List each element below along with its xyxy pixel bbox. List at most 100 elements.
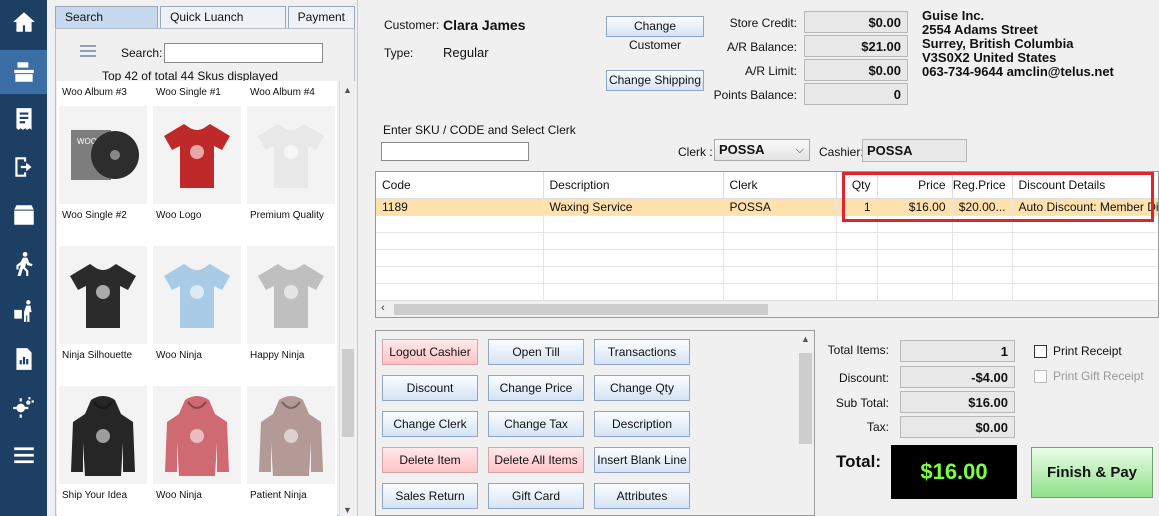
change-price-button[interactable]: Change Price xyxy=(488,375,584,401)
empty-cell xyxy=(952,266,1013,284)
settings-icon[interactable] xyxy=(0,386,47,430)
tab-search-products[interactable]: Search Products xyxy=(55,6,159,45)
empty-cell xyxy=(723,249,837,267)
tile-label[interactable]: Happy Ninja xyxy=(250,350,304,361)
print-gift-receipt-checkbox xyxy=(1034,370,1047,383)
empty-cell xyxy=(376,266,544,284)
empty-cell xyxy=(1012,249,1158,267)
column-header-description[interactable]: Description xyxy=(543,172,724,199)
register-icon[interactable] xyxy=(0,50,47,94)
empty-cell xyxy=(952,232,1013,250)
change-tax-button[interactable]: Change Tax xyxy=(488,411,584,437)
description-button[interactable]: Description xyxy=(594,411,690,437)
column-header-code[interactable]: Code xyxy=(376,172,544,199)
discount-button[interactable]: Discount xyxy=(382,375,478,401)
tile-label[interactable]: Woo Album #4 xyxy=(250,87,315,98)
menu-icon[interactable] xyxy=(0,433,47,477)
tile-label[interactable]: Patient Ninja xyxy=(250,490,307,501)
customer-name: Clara James xyxy=(443,17,526,33)
clerk-label: Clerk : xyxy=(678,145,713,159)
product-tile-image[interactable] xyxy=(247,106,335,204)
cashier-label: Cashier: xyxy=(819,145,864,159)
product-scrollbar[interactable]: ▲ ▼ xyxy=(339,81,355,516)
product-tile-image[interactable] xyxy=(153,106,241,204)
receipt-icon[interactable] xyxy=(0,97,47,141)
empty-cell xyxy=(723,283,837,301)
change-clerk-button[interactable]: Change Clerk xyxy=(382,411,478,437)
walking-person-icon[interactable] xyxy=(0,241,47,285)
chevron-down-icon: ⌵ xyxy=(795,144,804,156)
product-tile-image[interactable] xyxy=(153,386,241,484)
insert-blank-line-button[interactable]: Insert Blank Line xyxy=(594,447,690,473)
product-tile-image[interactable] xyxy=(247,386,335,484)
delete-item-button[interactable]: Delete Item xyxy=(382,447,478,473)
ar-limit-value: $0.00 xyxy=(804,59,908,81)
scroll-thumb[interactable] xyxy=(394,304,768,315)
empty-cell xyxy=(1012,266,1158,284)
list-view-icon[interactable] xyxy=(80,45,96,59)
ar-balance-value: $21.00 xyxy=(804,35,908,57)
sku-input[interactable] xyxy=(381,142,529,161)
company-city: Surrey, British Columbia xyxy=(922,36,1074,51)
search-label: Search: xyxy=(121,46,163,60)
transactions-button[interactable]: Transactions xyxy=(594,339,690,365)
delivery-icon[interactable] xyxy=(0,289,47,333)
company-name: Guise Inc. xyxy=(922,8,985,23)
tile-label[interactable]: Ninja Silhouette xyxy=(62,350,132,361)
store-icon[interactable] xyxy=(0,193,47,237)
tile-label[interactable]: Woo Single #1 xyxy=(156,87,221,98)
product-tile-image[interactable] xyxy=(153,246,241,344)
logout-icon[interactable] xyxy=(0,145,47,189)
tile-label[interactable]: Woo Album #3 xyxy=(62,87,127,98)
scroll-thumb[interactable] xyxy=(342,349,354,437)
product-tile-image[interactable] xyxy=(59,386,147,484)
customer-label: Customer: xyxy=(384,18,440,32)
delete-all-items-button[interactable]: Delete All Items xyxy=(488,447,584,473)
cell-clerk: POSSA xyxy=(723,198,837,216)
attributes-button[interactable]: Attributes xyxy=(594,483,690,509)
sales-return-button[interactable]: Sales Return xyxy=(382,483,478,509)
empty-cell xyxy=(877,232,953,250)
finish-and-pay-button[interactable]: Finish & Pay xyxy=(1031,447,1153,498)
clerk-select[interactable]: POSSA ⌵ xyxy=(714,139,810,161)
print-gift-receipt-label: Print Gift Receipt xyxy=(1053,369,1144,383)
home-icon[interactable] xyxy=(0,0,47,44)
empty-table-row xyxy=(376,266,1158,284)
product-tabs: Search Products Quick Luanch Menus Payme… xyxy=(55,6,357,45)
sub-total-value: $16.00 xyxy=(900,391,1015,413)
store-credit-value: $0.00 xyxy=(804,11,908,33)
price-discount-highlight-box xyxy=(842,172,1154,222)
product-search-input[interactable] xyxy=(164,43,323,63)
tab-quick-launch-menus[interactable]: Quick Luanch Menus xyxy=(160,6,286,45)
tax-label: Tax: xyxy=(866,420,889,434)
logout-cashier-button[interactable]: Logout Cashier xyxy=(382,339,478,365)
tab-payment[interactable]: Payment xyxy=(287,6,355,28)
open-till-button[interactable]: Open Till xyxy=(488,339,584,365)
empty-cell xyxy=(543,266,724,284)
tile-label[interactable]: Woo Ninja xyxy=(156,350,202,361)
grand-total-label: Total: xyxy=(836,452,882,471)
ar-limit-label: A/R Limit: xyxy=(744,64,797,78)
company-postal: V3S0X2 United States xyxy=(922,50,1057,65)
empty-cell xyxy=(543,249,724,267)
gift-card-button[interactable]: Gift Card xyxy=(488,483,584,509)
tile-label[interactable]: Premium Quality xyxy=(250,210,324,221)
tile-label[interactable]: Woo Ninja xyxy=(156,490,202,501)
empty-cell xyxy=(836,283,878,301)
column-header-clerk[interactable]: Clerk xyxy=(723,172,837,199)
product-tile-image[interactable] xyxy=(59,246,147,344)
print-receipt-checkbox[interactable] xyxy=(1034,345,1047,358)
tile-label[interactable]: Woo Single #2 xyxy=(62,210,127,221)
clerk-select-value: POSSA xyxy=(719,142,765,157)
tile-label[interactable]: Woo Logo xyxy=(156,210,201,221)
empty-cell xyxy=(952,283,1013,301)
product-tile-image[interactable] xyxy=(247,246,335,344)
report-icon[interactable] xyxy=(0,337,47,381)
print-receipt-label[interactable]: Print Receipt xyxy=(1053,344,1122,358)
tile-label[interactable]: Ship Your Idea xyxy=(62,490,127,501)
product-tile-image[interactable]: WOO xyxy=(59,106,147,204)
type-label: Type: xyxy=(384,46,414,60)
scroll-left-icon[interactable]: ‹ xyxy=(381,302,385,314)
grid-horizontal-scrollbar[interactable]: ‹ xyxy=(376,300,1158,317)
change-qty-button[interactable]: Change Qty xyxy=(594,375,690,401)
